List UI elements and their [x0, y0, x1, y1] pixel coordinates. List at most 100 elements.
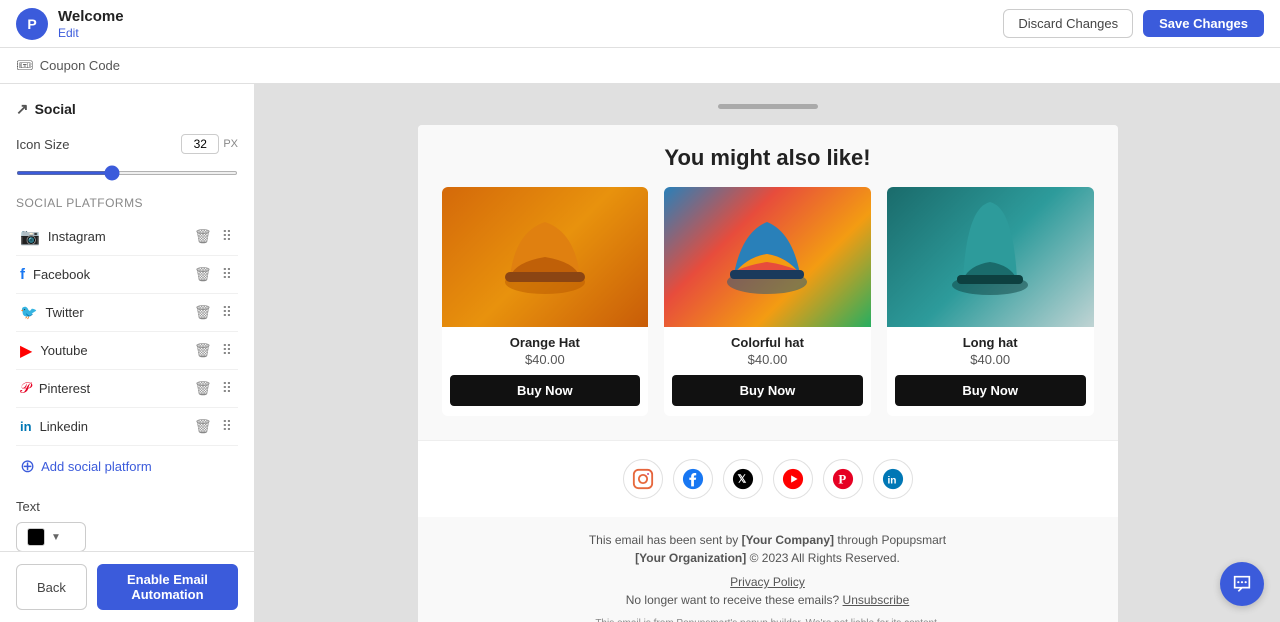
add-social-platform[interactable]: ⊕ Add social platform	[16, 446, 238, 487]
platform-pinterest: 𝒫 Pinterest 🗑 ⠿	[16, 370, 238, 408]
add-social-label: Add social platform	[41, 459, 152, 474]
sidebar-section-title: ↗ Social	[16, 100, 238, 118]
delete-instagram-button[interactable]: 🗑	[192, 226, 214, 247]
buy-orange-button[interactable]: Buy Now	[450, 375, 641, 406]
products-section: You might also like!	[418, 125, 1118, 440]
buy-long-button[interactable]: Buy Now	[895, 375, 1086, 406]
header-right: Discard Changes Save Changes	[1003, 9, 1264, 38]
footer-org-line: [Your Organization] © 2023 All Rights Re…	[442, 551, 1094, 565]
product-card-orange: Orange Hat $40.00 Buy Now	[442, 187, 649, 416]
color-swatch	[27, 528, 45, 546]
footer-org: [Your Organization]	[635, 551, 746, 565]
buy-colorful-button[interactable]: Buy Now	[672, 375, 863, 406]
product-name-long: Long hat	[887, 327, 1094, 352]
svg-text:P: P	[838, 473, 846, 487]
twitter-icon: 🐦	[20, 304, 37, 321]
drag-youtube-button[interactable]: ⠿	[220, 340, 234, 361]
sidebar-content: ↗ Social Icon Size PX Social Platforms	[0, 84, 254, 551]
orange-hat-svg	[500, 202, 590, 312]
social-youtube-bubble[interactable]	[773, 459, 813, 499]
enable-automation-button[interactable]: Enable Email Automation	[97, 564, 238, 610]
subheader: 🎟 Coupon Code	[0, 48, 1280, 84]
social-linkedin-bubble[interactable]: in	[873, 459, 913, 499]
drag-pinterest-button[interactable]: ⠿	[220, 378, 234, 399]
drag-instagram-button[interactable]: ⠿	[220, 226, 234, 247]
svg-text:𝕏: 𝕏	[737, 474, 746, 486]
delete-linkedin-button[interactable]: 🗑	[192, 416, 214, 437]
email-canvas: You might also like!	[378, 84, 1158, 622]
products-grid: Orange Hat $40.00 Buy Now	[442, 187, 1094, 416]
icon-size-unit: PX	[223, 138, 238, 150]
instagram-icon: 📷	[20, 227, 40, 247]
header: P Welcome Edit Discard Changes Save Chan…	[0, 0, 1280, 48]
svg-text:in: in	[887, 476, 896, 487]
platform-instagram: 📷 Instagram 🗑 ⠿	[16, 218, 238, 256]
youtube-icon: ▶	[20, 341, 32, 361]
text-section: Text ▼	[16, 499, 238, 551]
delete-facebook-button[interactable]: 🗑	[192, 264, 214, 285]
platform-twitter: 🐦 Twitter 🗑 ⠿	[16, 294, 238, 332]
social-pinterest-bubble[interactable]: P	[823, 459, 863, 499]
drag-facebook-button[interactable]: ⠿	[220, 264, 234, 285]
edit-link[interactable]: Edit	[58, 26, 124, 40]
icon-size-slider-wrap	[16, 162, 238, 180]
product-price-colorful: $40.00	[664, 352, 871, 375]
add-social-icon: ⊕	[20, 456, 35, 477]
product-price-orange: $40.00	[442, 352, 649, 375]
pinterest-icon: 𝒫	[20, 380, 31, 397]
icon-size-input[interactable]	[181, 134, 219, 154]
colorful-hat-svg	[722, 202, 812, 312]
product-image-colorful	[664, 187, 871, 327]
drag-twitter-button[interactable]: ⠿	[220, 302, 234, 323]
social-instagram-bubble[interactable]	[623, 459, 663, 499]
page-title: Welcome	[58, 8, 124, 26]
delete-twitter-button[interactable]: 🗑	[192, 302, 214, 323]
discard-button[interactable]: Discard Changes	[1003, 9, 1133, 38]
product-price-long: $40.00	[887, 352, 1094, 375]
products-title: You might also like!	[442, 145, 1094, 171]
product-image-orange	[442, 187, 649, 327]
footer-sent-line: This email has been sent by [Your Compan…	[442, 533, 1094, 547]
share-icon: ↗	[16, 100, 29, 118]
email-footer: This email has been sent by [Your Compan…	[418, 517, 1118, 622]
product-card-colorful: Colorful hat $40.00 Buy Now	[664, 187, 871, 416]
title-group: Welcome Edit	[58, 8, 124, 40]
platform-name-twitter: Twitter	[45, 305, 83, 320]
email-card: You might also like!	[418, 125, 1118, 622]
platform-linkedin: in Linkedin 🗑 ⠿	[16, 408, 238, 446]
footer-disclaimer: This email is from Popupsmart's popup bu…	[442, 617, 1094, 622]
footer-company: [Your Company]	[742, 533, 834, 547]
chevron-down-icon: ▼	[51, 532, 61, 543]
icon-size-row: Icon Size PX	[16, 134, 238, 154]
coupon-icon: 🎟	[16, 57, 34, 74]
social-twitter-bubble[interactable]: 𝕏	[723, 459, 763, 499]
back-button[interactable]: Back	[16, 564, 87, 610]
platform-list: 📷 Instagram 🗑 ⠿ f Facebook 🗑	[16, 218, 238, 446]
linkedin-icon: in	[20, 419, 32, 434]
platform-youtube: ▶ Youtube 🗑 ⠿	[16, 332, 238, 370]
save-button[interactable]: Save Changes	[1143, 10, 1264, 37]
unsubscribe-link[interactable]: Unsubscribe	[843, 593, 910, 607]
product-name-orange: Orange Hat	[442, 327, 649, 352]
long-hat-svg	[945, 197, 1035, 317]
delete-youtube-button[interactable]: 🗑	[192, 340, 214, 361]
color-picker-button[interactable]: ▼	[16, 522, 86, 551]
platform-name-instagram: Instagram	[48, 229, 106, 244]
platform-facebook: f Facebook 🗑 ⠿	[16, 256, 238, 294]
platform-name-linkedin: Linkedin	[40, 419, 88, 434]
facebook-icon: f	[20, 266, 25, 283]
text-label: Text	[16, 499, 238, 514]
social-icons-section: 𝕏 P	[418, 440, 1118, 517]
handle	[718, 104, 818, 109]
privacy-policy-link[interactable]: Privacy Policy	[442, 575, 1094, 589]
chat-bubble[interactable]	[1220, 562, 1264, 606]
icon-size-slider[interactable]	[16, 171, 238, 175]
delete-pinterest-button[interactable]: 🗑	[192, 378, 214, 399]
drag-linkedin-button[interactable]: ⠿	[220, 416, 234, 437]
product-card-long: Long hat $40.00 Buy Now	[887, 187, 1094, 416]
main-layout: ↗ Social Icon Size PX Social Platforms	[0, 84, 1280, 622]
social-facebook-bubble[interactable]	[673, 459, 713, 499]
footer-unsub: No longer want to receive these emails? …	[442, 593, 1094, 607]
subheader-label: Coupon Code	[40, 58, 120, 73]
header-left: P Welcome Edit	[16, 8, 124, 40]
